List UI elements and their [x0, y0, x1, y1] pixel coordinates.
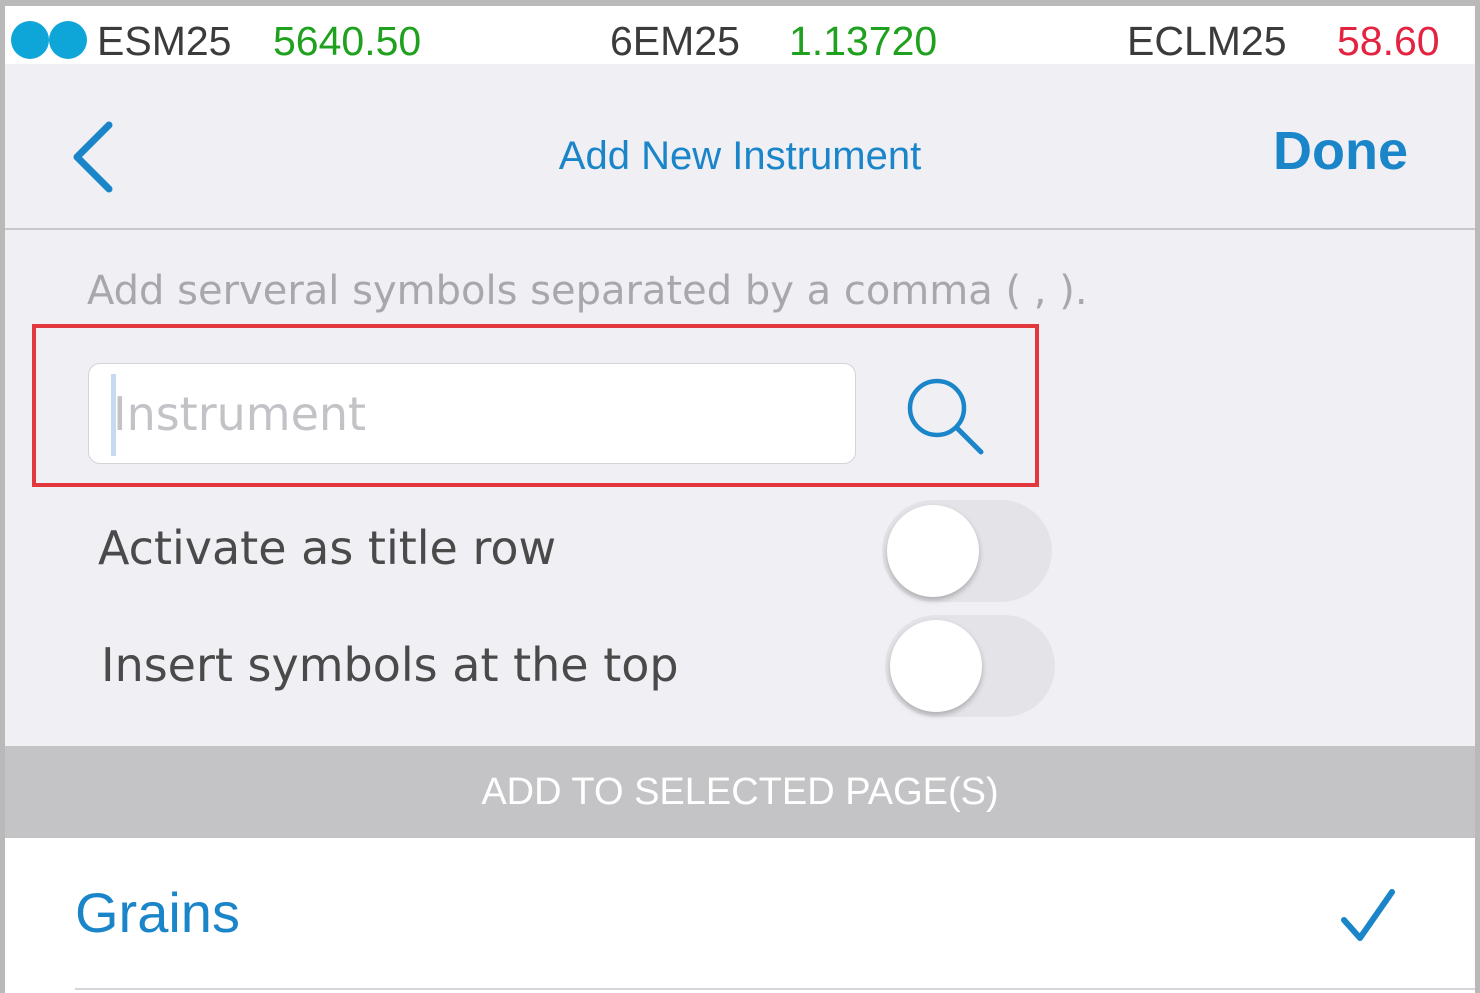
title-row-toggle[interactable] [882, 500, 1052, 602]
ticker-price: 58.60 [1337, 18, 1440, 64]
pages-section-header: ADD TO SELECTED PAGE(S) [5, 746, 1475, 838]
insert-top-toggle[interactable] [885, 615, 1055, 717]
insert-top-label: Insert symbols at the top [101, 638, 679, 692]
status-dot-icon [49, 21, 87, 59]
ticker-price: 5640.50 [273, 18, 422, 64]
page-item-grains[interactable]: Grains [5, 838, 1475, 993]
ticker-bar: ESM25 5640.50 6EM25 1.13720 ECLM25 58.60 [5, 6, 1475, 64]
title-row-label: Activate as title row [98, 521, 557, 575]
navigation-bar: Add New Instrument Done [5, 64, 1475, 230]
hint-text: Add serveral symbols separated by a comm… [87, 268, 1088, 314]
search-icon [907, 378, 984, 455]
ticker-symbol[interactable]: ECLM25 [1127, 12, 1287, 70]
page-item-label: Grains [75, 881, 240, 944]
status-dot-icon [11, 21, 49, 59]
done-button[interactable]: Done [1273, 120, 1408, 182]
pages-list: Grains [5, 838, 1475, 993]
ticker-symbol[interactable]: ESM25 [97, 12, 231, 70]
ticker-symbol[interactable]: 6EM25 [610, 12, 740, 70]
search-button[interactable] [903, 374, 989, 460]
app-screen: ESM25 5640.50 6EM25 1.13720 ECLM25 58.60… [5, 6, 1475, 993]
toggle-knob [890, 620, 982, 712]
ticker-price: 1.13720 [789, 18, 938, 64]
page-title: Add New Instrument [558, 134, 922, 178]
toggle-knob [887, 505, 979, 597]
checkmark-icon [1341, 889, 1395, 941]
list-divider [75, 988, 1475, 990]
instrument-input[interactable] [88, 363, 856, 464]
text-cursor [111, 374, 116, 456]
